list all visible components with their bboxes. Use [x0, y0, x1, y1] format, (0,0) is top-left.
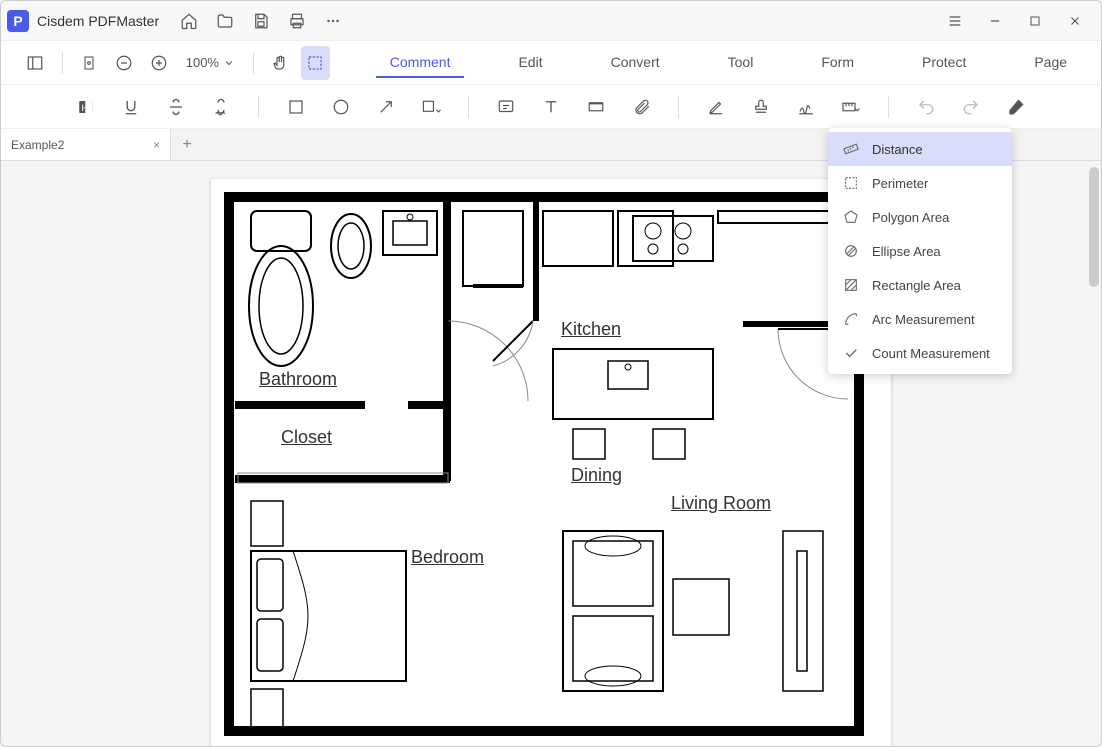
textbox-tool-button[interactable]	[582, 91, 611, 123]
add-tab-button[interactable]: +	[171, 129, 203, 160]
dropdown-item-polygon[interactable]: Polygon Area	[828, 200, 1012, 234]
menu-edit[interactable]: Edit	[504, 48, 556, 78]
text-tool-button[interactable]	[536, 91, 565, 123]
highlight-tool-button[interactable]: H	[71, 91, 100, 123]
pencil-tool-button[interactable]	[701, 91, 730, 123]
dropdown-item-ellipse[interactable]: Ellipse Area	[828, 234, 1012, 268]
measure-tool-button[interactable]	[837, 91, 866, 123]
arrow-tool-button[interactable]	[372, 91, 401, 123]
menu-page[interactable]: Page	[1020, 48, 1081, 78]
annotation-toolbar: H	[1, 85, 1101, 129]
room-label-bathroom: Bathroom	[259, 369, 337, 390]
undo-button[interactable]	[911, 91, 940, 123]
dropdown-item-perimeter[interactable]: Perimeter	[828, 166, 1012, 200]
app-logo-icon: P	[7, 10, 29, 32]
eraser-tool-button[interactable]	[1002, 91, 1031, 123]
stamp-tool-button[interactable]	[746, 91, 775, 123]
shapes-dropdown-button[interactable]	[417, 91, 446, 123]
room-label-closet: Closet	[281, 427, 332, 448]
maximize-button[interactable]	[1015, 3, 1055, 39]
dropdown-item-arc[interactable]: Arc Measurement	[828, 302, 1012, 336]
signature-tool-button[interactable]	[792, 91, 821, 123]
app-window: P Cisdem PDFMaster	[0, 0, 1102, 747]
menu-tool[interactable]: Tool	[714, 48, 768, 78]
open-button[interactable]	[207, 3, 243, 39]
dropdown-item-label: Arc Measurement	[872, 312, 975, 327]
minimize-button[interactable]	[975, 3, 1015, 39]
svg-text:H: H	[81, 102, 88, 112]
zoom-in-button[interactable]	[145, 46, 174, 80]
room-label-kitchen: Kitchen	[561, 319, 621, 340]
tab-close-icon[interactable]: ×	[153, 138, 160, 152]
main-toolbar: 100% Comment Edit Convert Tool Form Prot…	[1, 41, 1101, 85]
circle-tool-button[interactable]	[326, 91, 355, 123]
redo-button[interactable]	[956, 91, 985, 123]
check-icon	[842, 344, 860, 362]
print-button[interactable]	[279, 3, 315, 39]
fit-page-button[interactable]	[75, 46, 104, 80]
dropdown-item-label: Ellipse Area	[872, 244, 941, 259]
dropdown-item-distance[interactable]: Distance	[828, 132, 1012, 166]
room-label-bedroom: Bedroom	[411, 547, 484, 568]
ruler-icon	[842, 140, 860, 158]
hamburger-menu-button[interactable]	[935, 3, 975, 39]
dropdown-item-count[interactable]: Count Measurement	[828, 336, 1012, 370]
squiggly-tool-button[interactable]	[207, 91, 236, 123]
home-button[interactable]	[171, 3, 207, 39]
menu-form[interactable]: Form	[807, 48, 868, 78]
note-tool-button[interactable]	[491, 91, 520, 123]
measure-dropdown-menu: Distance Perimeter Polygon Area Ellipse …	[828, 128, 1012, 374]
ellipse-hatch-icon	[842, 242, 860, 260]
attachment-tool-button[interactable]	[627, 91, 656, 123]
menu-protect[interactable]: Protect	[908, 48, 980, 78]
more-button[interactable]	[315, 3, 351, 39]
arc-icon	[842, 310, 860, 328]
zoom-level-label: 100%	[186, 55, 219, 70]
hand-tool-button[interactable]	[266, 46, 295, 80]
zoom-out-button[interactable]	[110, 46, 139, 80]
room-label-dining: Dining	[571, 465, 622, 486]
app-title: Cisdem PDFMaster	[37, 13, 159, 29]
dropdown-item-label: Count Measurement	[872, 346, 990, 361]
tab-label: Example2	[11, 138, 64, 152]
rect-hatch-icon	[842, 276, 860, 294]
scrollbar-thumb[interactable]	[1089, 167, 1099, 287]
menu-bar: Comment Edit Convert Tool Form Protect P…	[376, 48, 1081, 78]
polygon-icon	[842, 208, 860, 226]
select-tool-button[interactable]	[301, 46, 330, 80]
strikethrough-tool-button[interactable]	[162, 91, 191, 123]
menu-convert[interactable]: Convert	[597, 48, 674, 78]
dropdown-item-rectangle[interactable]: Rectangle Area	[828, 268, 1012, 302]
menu-comment[interactable]: Comment	[376, 48, 465, 78]
dropdown-item-label: Rectangle Area	[872, 278, 961, 293]
rect-dashed-icon	[842, 174, 860, 192]
close-button[interactable]	[1055, 3, 1095, 39]
dropdown-item-label: Perimeter	[872, 176, 928, 191]
document-tab[interactable]: Example2 ×	[1, 129, 171, 160]
rectangle-tool-button[interactable]	[281, 91, 310, 123]
sidebar-toggle-button[interactable]	[21, 46, 50, 80]
dropdown-item-label: Distance	[872, 142, 923, 157]
underline-tool-button[interactable]	[116, 91, 145, 123]
pdf-page: Bathroom Closet Kitchen Dining Bedroom L…	[211, 179, 891, 746]
dropdown-item-label: Polygon Area	[872, 210, 949, 225]
save-button[interactable]	[243, 3, 279, 39]
floorplan-drawing	[223, 191, 879, 737]
title-bar: P Cisdem PDFMaster	[1, 1, 1101, 41]
vertical-scrollbar[interactable]	[1087, 161, 1101, 746]
room-label-living: Living Room	[671, 493, 771, 515]
zoom-level-dropdown[interactable]: 100%	[180, 55, 241, 70]
